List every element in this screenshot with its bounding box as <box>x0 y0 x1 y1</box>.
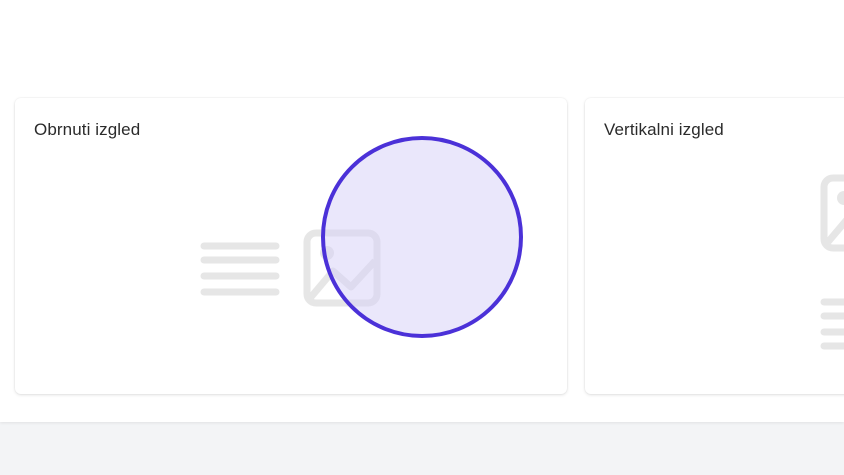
image-placeholder-icon <box>303 229 381 307</box>
image-placeholder-icon <box>820 174 844 252</box>
card-title: Obrnuti izgled <box>34 120 141 139</box>
text-lines-icon <box>200 242 280 296</box>
layout-options-panel: Obrnuti izgled Vertikalni izgled <box>0 0 844 422</box>
layout-card-vertical[interactable]: Vertikalni izgled <box>585 98 844 394</box>
card-title: Vertikalni izgled <box>604 120 724 139</box>
text-lines-icon <box>820 298 844 350</box>
layout-card-reversed[interactable]: Obrnuti izgled <box>15 98 567 394</box>
